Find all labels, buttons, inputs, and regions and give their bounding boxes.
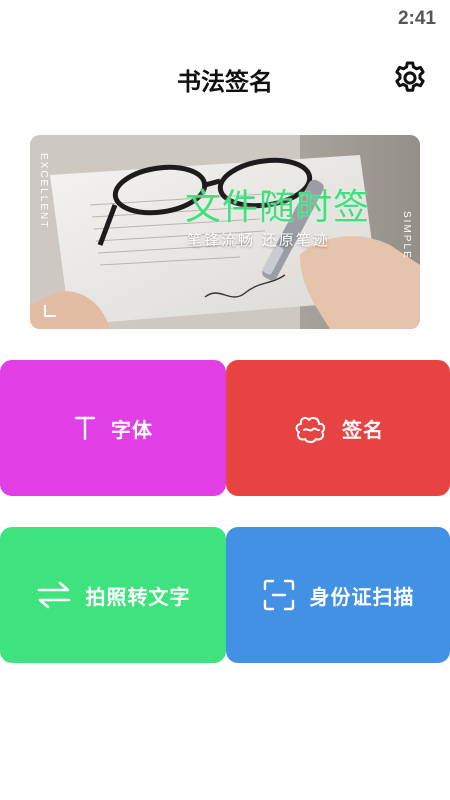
status-bar: 2:41 — [0, 0, 450, 38]
banner-side-text-left: EXCELLENT — [38, 153, 49, 230]
signature-tile-label: 签名 — [342, 417, 384, 442]
photo-to-text-tile[interactable]: 拍照转文字 — [0, 527, 226, 663]
id-card-scan-tile-label: 身份证扫描 — [309, 584, 415, 609]
text-t-icon — [73, 414, 97, 442]
corner-bracket-icon — [44, 305, 56, 317]
banner-side-text-right: SIMPLE — [401, 211, 412, 260]
page-title: 书法签名 — [177, 68, 273, 96]
banner-subtitle: 笔锋流畅 还原笔迹 — [187, 231, 330, 249]
scan-frame-icon — [262, 578, 296, 612]
app-screen: 2:41 书法签名 EXCELLENT SIMPLE 文件随时签 笔锋流畅 还原… — [0, 0, 450, 800]
banner-title: 文件随时签 — [185, 187, 371, 228]
signature-cloud-icon — [292, 412, 328, 444]
gear-icon — [395, 61, 425, 92]
promo-banner[interactable]: EXCELLENT SIMPLE 文件随时签 笔锋流畅 还原笔迹 — [30, 135, 420, 329]
swap-arrows-icon — [36, 580, 72, 610]
header: 书法签名 — [0, 52, 450, 104]
settings-button[interactable] — [390, 58, 430, 98]
photo-to-text-tile-label: 拍照转文字 — [85, 584, 191, 609]
font-tile[interactable]: 字体 — [0, 360, 226, 496]
status-time: 2:41 — [397, 8, 436, 29]
signature-tile[interactable]: 签名 — [226, 360, 450, 496]
id-card-scan-tile[interactable]: 身份证扫描 — [226, 527, 450, 663]
font-tile-label: 字体 — [111, 417, 153, 442]
